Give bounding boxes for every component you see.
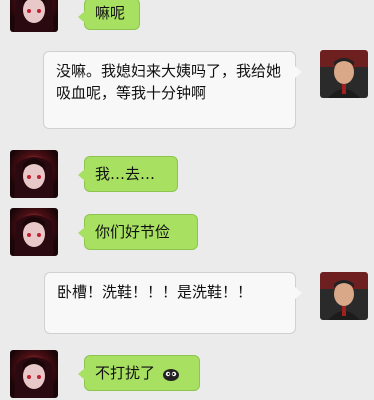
anime-girl-icon xyxy=(14,215,54,256)
message-bubble-outgoing[interactable]: 没嘛。我媳妇来大姨吗了，我给她吸血呢，等我十分钟啊 xyxy=(43,51,302,129)
message-text: 你们好节俭 xyxy=(95,223,171,241)
man-portrait-icon xyxy=(328,58,360,98)
contact-avatar[interactable] xyxy=(10,350,58,398)
contact-avatar[interactable] xyxy=(10,208,58,256)
contact-avatar[interactable] xyxy=(10,150,58,198)
message-bubble-outgoing[interactable]: 卧槽！洗鞋！！！是洗鞋！！ xyxy=(44,272,302,334)
anime-girl-icon xyxy=(14,157,54,198)
self-avatar[interactable] xyxy=(320,50,368,98)
sheep-face-emoji-icon xyxy=(162,368,179,381)
message-text: 没嘛。我媳妇来大姨吗了，我给她吸血呢，等我十分钟啊 xyxy=(56,62,282,102)
message-text: 卧槽！洗鞋！！！是洗鞋！！ xyxy=(57,283,253,301)
message-bubble-incoming[interactable]: 不打扰了 xyxy=(78,355,200,391)
anime-girl-icon xyxy=(14,357,54,398)
message-text: 我…去… xyxy=(95,165,156,183)
man-portrait-icon xyxy=(328,280,360,320)
message-text: 嘛呢 xyxy=(95,4,126,22)
self-avatar[interactable] xyxy=(320,272,368,320)
message-text: 不打扰了 xyxy=(95,364,156,382)
anime-girl-icon xyxy=(14,0,54,32)
message-bubble-incoming[interactable]: 嘛呢 xyxy=(78,0,140,30)
message-bubble-incoming[interactable]: 我…去… xyxy=(78,156,178,192)
message-bubble-incoming[interactable]: 你们好节俭 xyxy=(78,214,198,250)
